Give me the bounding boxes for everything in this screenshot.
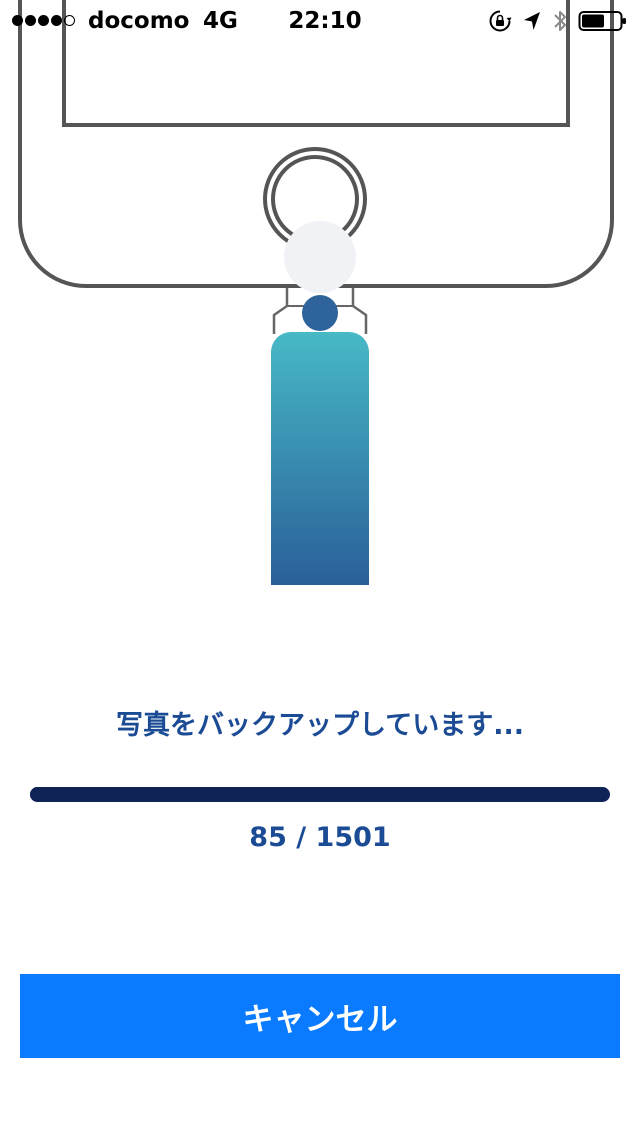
network-type: 4G [203, 8, 238, 34]
cancel-button[interactable]: キャンセル [20, 974, 620, 1058]
location-arrow-icon [522, 10, 542, 32]
signal-strength-indicator [12, 13, 75, 27]
connector-dot [302, 295, 338, 331]
signal-dot [51, 14, 62, 26]
signal-dot [12, 14, 23, 26]
signal-dot [38, 14, 49, 26]
usb-drive-icon [271, 332, 369, 585]
orientation-lock-icon [488, 9, 512, 33]
battery-icon [578, 9, 628, 33]
status-bar: docomo 4G 22:10 [0, 0, 640, 40]
status-time: 22:10 [288, 8, 362, 34]
signal-dot [64, 14, 75, 26]
backup-progress-fill [30, 787, 63, 802]
bluetooth-icon [552, 8, 568, 34]
status-icons [488, 8, 628, 34]
backup-status-message: 写真をバックアップしています... [116, 710, 524, 741]
connector-glow [284, 221, 356, 293]
signal-dot [25, 14, 36, 26]
phone-usb-illustration [0, 0, 640, 600]
carrier-name: docomo [88, 8, 190, 34]
backup-progress-bar [30, 787, 610, 802]
backup-counter: 85 / 1501 [249, 822, 391, 853]
